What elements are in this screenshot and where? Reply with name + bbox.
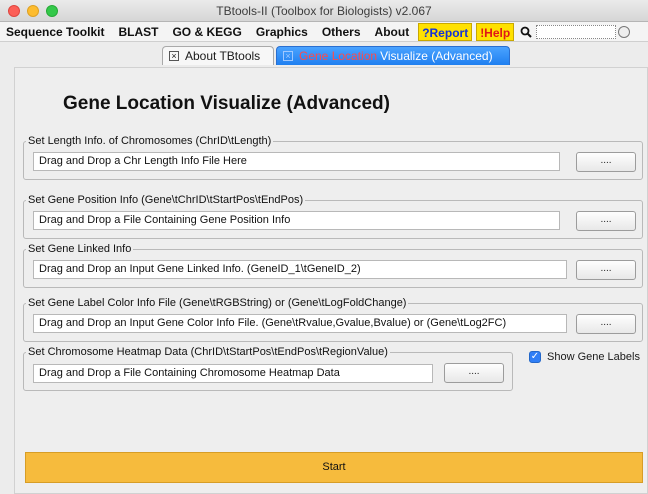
tab-close-icon[interactable]: × [169, 51, 179, 61]
gene-color-legend: Set Gene Label Color Info File (Gene\tRG… [28, 297, 407, 309]
chr-length-legend: Set Length Info. of Chromosomes (ChrID\t… [28, 135, 272, 147]
gene-color-browse-button[interactable]: .... [576, 314, 636, 334]
gene-linked-drop-field[interactable]: Drag and Drop an Input Gene Linked Info.… [33, 260, 567, 279]
show-gene-labels-option[interactable]: ✓ Show Gene Labels [529, 351, 640, 363]
menu-report[interactable]: ?Report [418, 22, 473, 41]
menu-others[interactable]: Others [315, 23, 368, 41]
gene-position-drop-field[interactable]: Drag and Drop a File Containing Gene Pos… [33, 211, 560, 230]
search-toggle-icon[interactable] [618, 25, 631, 38]
heatmap-drop-field[interactable]: Drag and Drop a File Containing Chromoso… [33, 364, 433, 383]
show-gene-labels-label: Show Gene Labels [547, 351, 640, 363]
tab-label: About TBtools [185, 49, 261, 63]
gene-position-browse-button[interactable]: .... [576, 211, 636, 231]
menu-graphics[interactable]: Graphics [249, 23, 315, 41]
show-gene-labels-checkbox[interactable]: ✓ [529, 351, 541, 363]
chr-length-drop-field[interactable]: Drag and Drop a Chr Length Info File Her… [33, 152, 560, 171]
tab-about-tbtools[interactable]: × About TBtools [162, 46, 274, 65]
heatmap-browse-button[interactable]: .... [444, 363, 504, 383]
tab-gene-location-visualize[interactable]: × Gene Location Visualize (Advanced) [276, 46, 510, 65]
menu-help[interactable]: !Help [476, 22, 515, 41]
tab-label: Visualize (Advanced) [380, 49, 493, 63]
search-icon[interactable] [520, 26, 532, 38]
menu-bar: Sequence Toolkit BLAST GO & KEGG Graphic… [0, 22, 648, 42]
page-title: Gene Location Visualize (Advanced) [63, 93, 390, 114]
menu-blast[interactable]: BLAST [111, 23, 165, 41]
menu-about[interactable]: About [368, 23, 417, 41]
main-panel: Gene Location Visualize (Advanced) Set L… [14, 67, 648, 494]
menu-sequence-toolkit[interactable]: Sequence Toolkit [0, 23, 111, 41]
tab-close-icon[interactable]: × [283, 51, 293, 61]
search-input[interactable] [536, 24, 617, 39]
gene-color-drop-field[interactable]: Drag and Drop an Input Gene Color Info F… [33, 314, 567, 333]
gene-linked-browse-button[interactable]: .... [576, 260, 636, 280]
chr-length-browse-button[interactable]: .... [576, 152, 636, 172]
start-button[interactable]: Start [25, 452, 643, 483]
gene-linked-legend: Set Gene Linked Info [28, 243, 132, 255]
menu-go-kegg[interactable]: GO & KEGG [165, 23, 248, 41]
gene-position-legend: Set Gene Position Info (Gene\tChrID\tSta… [28, 194, 304, 206]
window-title: TBtools-II (Toolbox for Biologists) v2.0… [216, 4, 432, 18]
tab-strip: × About TBtools × Gene Location Visualiz… [0, 43, 648, 67]
title-bar: TBtools-II (Toolbox for Biologists) v2.0… [0, 0, 648, 22]
tab-label-prefix: Gene Location [299, 49, 378, 63]
heatmap-legend: Set Chromosome Heatmap Data (ChrID\tStar… [28, 346, 388, 358]
